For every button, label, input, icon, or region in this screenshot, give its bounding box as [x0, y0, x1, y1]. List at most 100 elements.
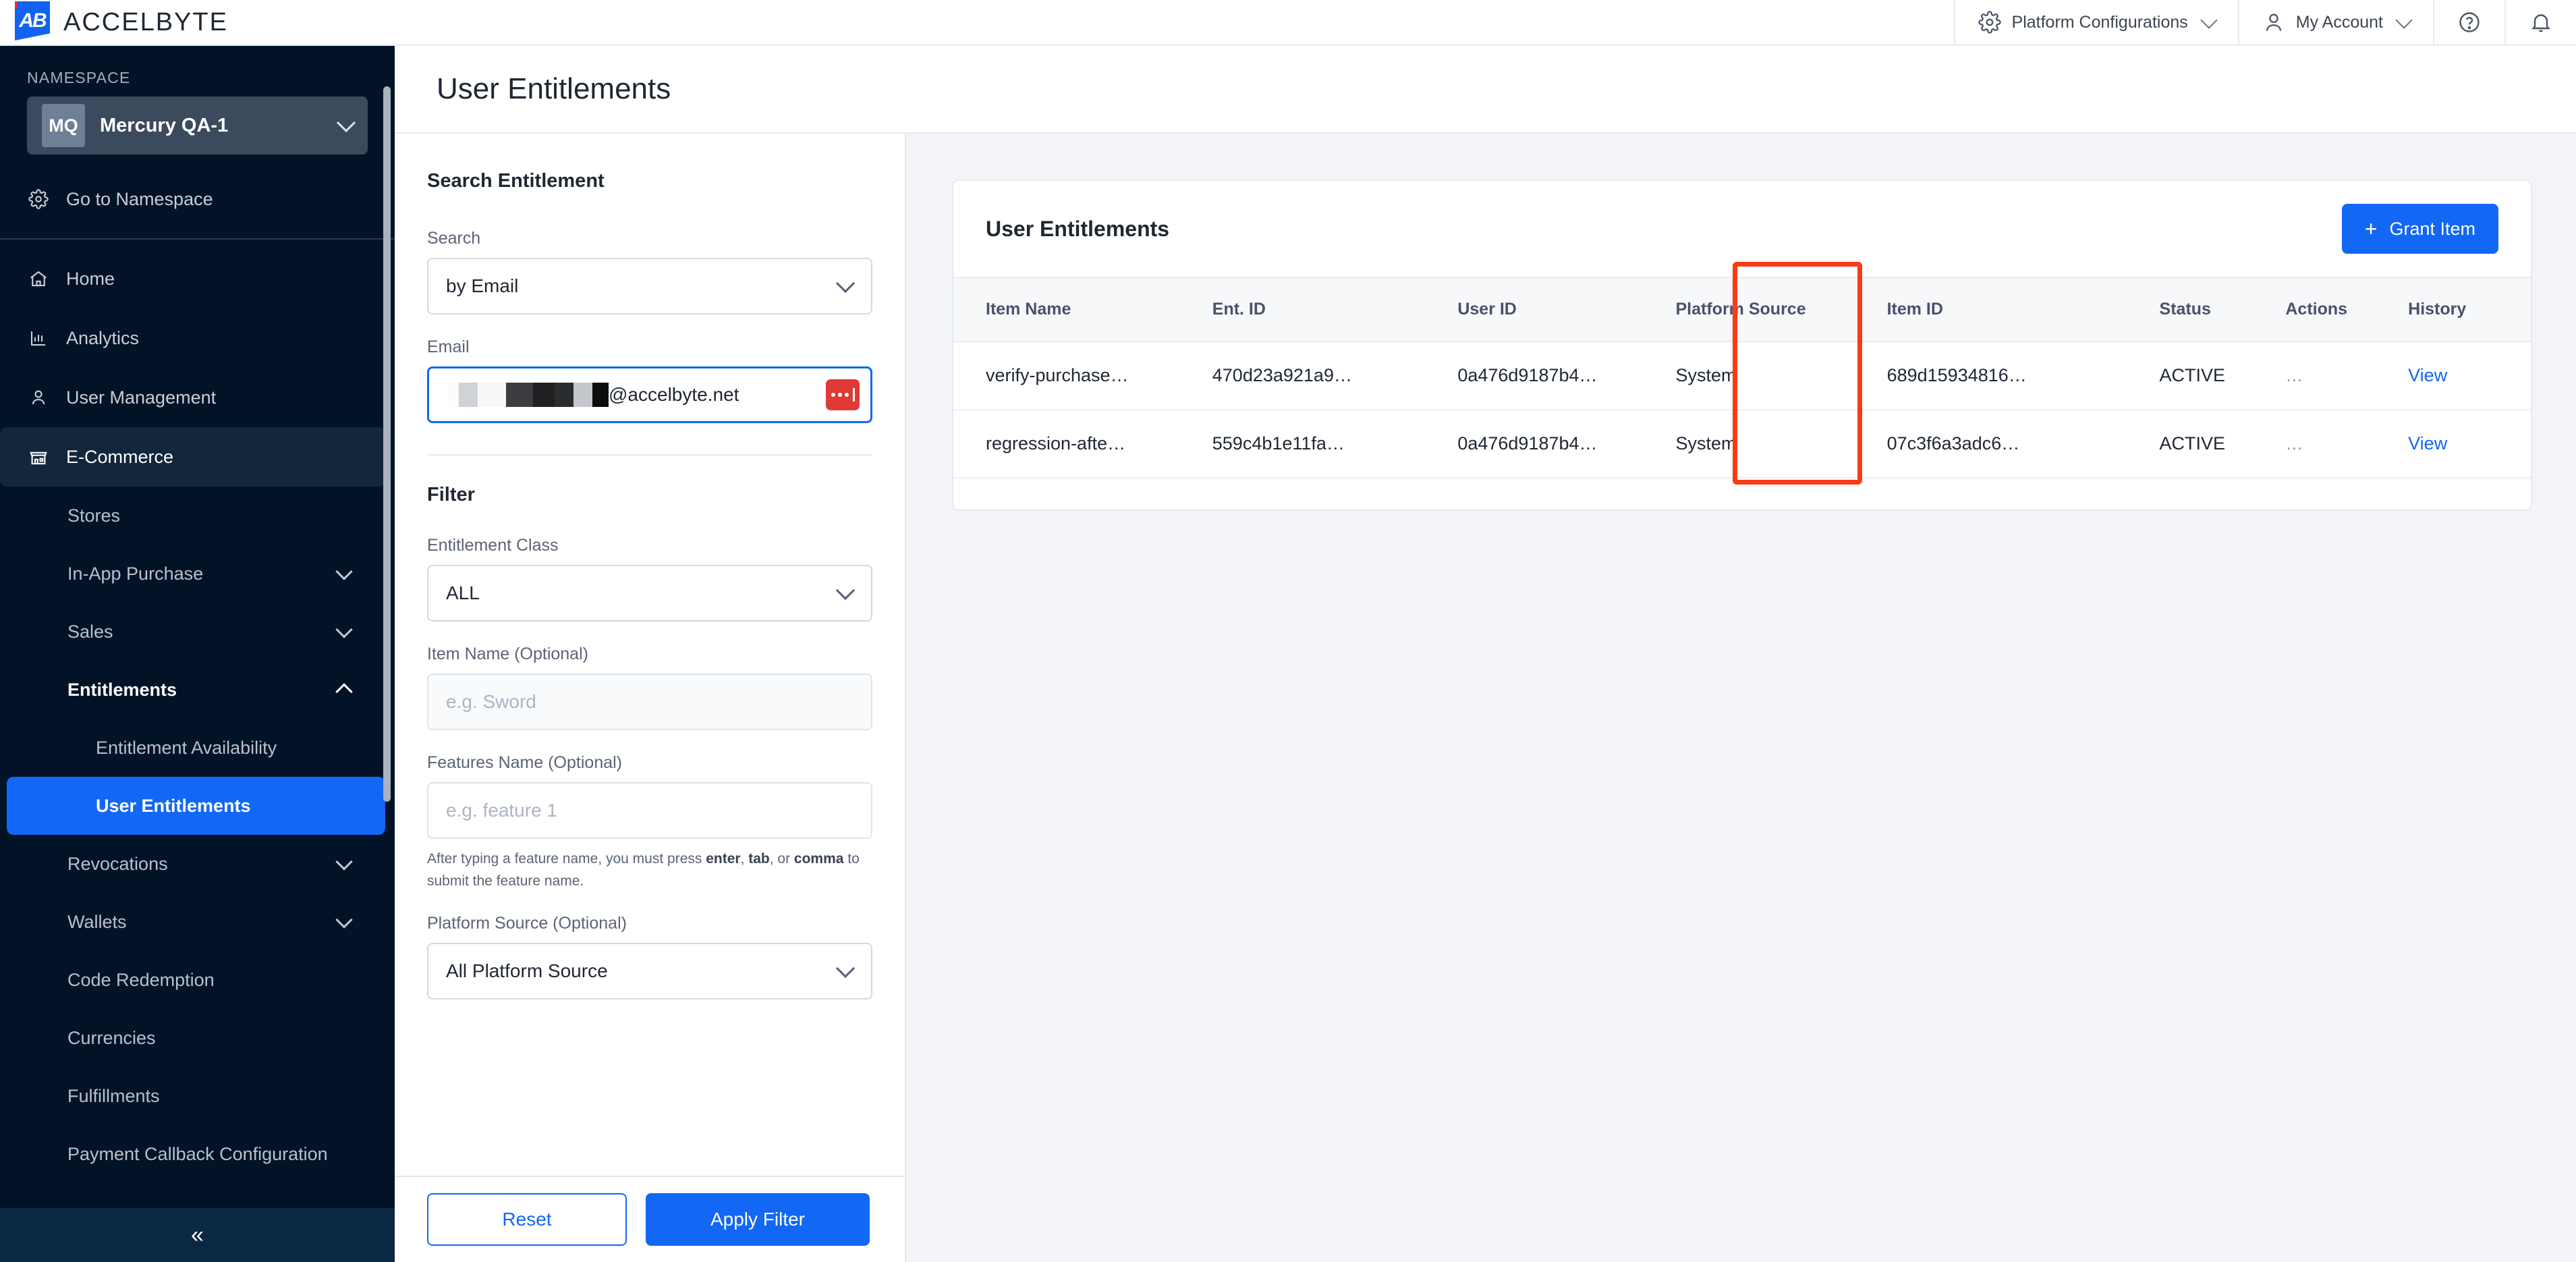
top-bar-actions: Platform Configurations My Account — [1953, 0, 2576, 45]
sidebar-item-label: Fulfillments — [67, 1085, 160, 1106]
column-header-history[interactable]: History — [2408, 277, 2531, 342]
chevron-down-icon — [835, 580, 856, 601]
chevron-down-icon — [2395, 11, 2413, 29]
page-header: User Entitlements — [395, 46, 2576, 134]
column-header-item-name[interactable]: Item Name — [953, 277, 1212, 342]
chevron-down-icon — [335, 563, 353, 580]
sidebar-item-label: Stores — [67, 505, 121, 526]
sidebar-item-e-commerce[interactable]: E-Commerce — [0, 427, 385, 487]
sidebar-item-stores[interactable]: Stores — [0, 487, 395, 545]
person-icon — [2262, 11, 2285, 34]
cell-platform-source: System — [1675, 410, 1887, 478]
hint-comma: comma — [793, 851, 844, 867]
sidebar-item-sales[interactable]: Sales — [0, 603, 395, 661]
entitlement-class-select[interactable]: ALL — [427, 565, 872, 622]
sidebar-item-fulfillments[interactable]: Fulfillments — [0, 1067, 395, 1125]
my-account-menu[interactable]: My Account — [2237, 0, 2433, 45]
view-history-link[interactable]: View — [2408, 433, 2447, 454]
sidebar-item-label: Currencies — [67, 1027, 156, 1048]
sidebar-item-entitlements[interactable]: Entitlements — [0, 661, 395, 719]
gear-icon — [1978, 11, 2001, 34]
bar-chart-icon — [27, 328, 50, 348]
column-header-ent-id[interactable]: Ent. ID — [1212, 277, 1458, 342]
chevron-down-icon — [835, 273, 856, 294]
sidebar-item-label: Go to Namespace — [66, 188, 213, 209]
search-panel-footer: Reset Apply Filter — [395, 1176, 906, 1262]
sidebar-item-user-entitlements[interactable]: User Entitlements — [7, 777, 385, 835]
sidebar-item-label: Payment Callback Configuration — [67, 1143, 328, 1164]
sidebar-item-label: In-App Purchase — [67, 563, 204, 584]
sidebar-item-label: E-Commerce — [66, 446, 174, 467]
sidebar-item-user-management[interactable]: User Management — [0, 368, 395, 427]
red-triangle-accent — [15, 1, 18, 9]
table-header-row: Item Name Ent. ID User ID Platform Sourc… — [953, 277, 2531, 342]
sidebar-item-code-redemption[interactable]: Code Redemption — [0, 951, 395, 1009]
cell-item-name: verify-purchase… — [953, 341, 1212, 410]
sidebar-item-analytics[interactable]: Analytics — [0, 308, 395, 368]
grant-item-button[interactable]: + Grant Item — [2341, 204, 2498, 254]
cell-item-id: 689d15934816… — [1886, 341, 2160, 410]
hint-tab: tab — [748, 851, 770, 867]
column-header-status[interactable]: Status — [2159, 277, 2286, 342]
hint-part-2: , — [740, 851, 749, 867]
features-name-placeholder: e.g. feature 1 — [446, 800, 558, 821]
apply-filter-button[interactable]: Apply Filter — [646, 1193, 870, 1246]
search-panel-heading: Search Entitlement — [427, 170, 605, 192]
sidebar-item-label: Entitlements — [67, 679, 177, 700]
accelbyte-logo-icon: AB — [15, 1, 50, 40]
sidebar-item-entitlement-availability[interactable]: Entitlement Availability — [0, 719, 395, 777]
column-header-user-id[interactable]: User ID — [1457, 277, 1676, 342]
table-header: Item Name Ent. ID User ID Platform Sourc… — [953, 277, 2531, 342]
sidebar-item-home[interactable]: Home — [0, 249, 395, 308]
reset-button[interactable]: Reset — [427, 1193, 627, 1246]
sidebar-item-in-app-purchase[interactable]: In-App Purchase — [0, 545, 395, 603]
entitlement-class-value: ALL — [446, 582, 480, 603]
cell-user-id: 0a476d9187b4… — [1457, 341, 1676, 410]
sidebar-scrollbar[interactable] — [383, 86, 391, 802]
column-header-actions[interactable]: Actions — [2285, 277, 2409, 342]
plus-icon: + — [2364, 217, 2378, 241]
row-actions-menu[interactable]: … — [2285, 410, 2409, 478]
help-button[interactable] — [2433, 0, 2504, 45]
cell-ent-id: 559c4b1e11fa… — [1212, 410, 1458, 478]
cell-ent-id: 470d23a921a9… — [1212, 341, 1458, 410]
namespace-name: Mercury QA-1 — [100, 114, 229, 136]
search-type-value: by Email — [446, 275, 519, 296]
redacted-email-local-part — [447, 383, 609, 407]
sidebar-item-payment-callback-configuration[interactable]: Payment Callback Configuration — [0, 1125, 395, 1183]
item-name-label: Item Name (Optional) — [427, 644, 588, 663]
platform-source-select[interactable]: All Platform Source — [427, 943, 872, 1000]
platform-source-value: All Platform Source — [446, 960, 608, 982]
column-header-item-id[interactable]: Item ID — [1886, 277, 2160, 342]
notifications-button[interactable] — [2504, 0, 2576, 45]
sidebar-item-wallets[interactable]: Wallets — [0, 893, 395, 951]
password-manager-icon[interactable] — [826, 379, 860, 410]
namespace-selector[interactable]: MQ Mercury QA-1 — [27, 97, 368, 155]
sidebar-item-go-to-namespace[interactable]: Go to Namespace — [0, 169, 395, 229]
column-header-platform-source[interactable]: Platform Source — [1675, 277, 1887, 342]
sidebar-item-label: Analytics — [66, 327, 140, 348]
sidebar-collapse-button[interactable]: « — [0, 1208, 395, 1262]
hint-part-1: After typing a feature name, you must pr… — [427, 851, 706, 867]
sidebar-item-label: Entitlement Availability — [96, 737, 277, 758]
card-title: User Entitlements — [986, 216, 1170, 241]
features-name-hint: After typing a feature name, you must pr… — [427, 848, 872, 892]
features-name-input[interactable]: e.g. feature 1 — [427, 782, 872, 839]
sidebar-item-revocations[interactable]: Revocations — [0, 835, 395, 893]
home-icon — [27, 269, 50, 289]
table-row[interactable]: regression-afte… 559c4b1e11fa… 0a476d918… — [953, 410, 2531, 478]
email-label: Email — [427, 337, 470, 356]
search-type-select[interactable]: by Email — [427, 258, 872, 314]
cell-status: ACTIVE — [2159, 341, 2286, 410]
item-name-input[interactable]: e.g. Sword — [427, 674, 872, 730]
email-input[interactable]: @accelbyte.net — [427, 366, 872, 423]
table-row[interactable]: verify-purchase… 470d23a921a9… 0a476d918… — [953, 341, 2531, 410]
platform-configurations-menu[interactable]: Platform Configurations — [1953, 0, 2238, 45]
search-entitlement-panel: Search Entitlement Search by Email Email… — [395, 134, 906, 1262]
sidebar-item-currencies[interactable]: Currencies — [0, 1009, 395, 1067]
row-actions-menu[interactable]: … — [2285, 341, 2409, 410]
hint-part-3: , or — [769, 851, 794, 867]
brand-logo[interactable]: AB ACCELBYTE — [0, 1, 228, 40]
sidebar-item-label: Code Redemption — [67, 969, 215, 990]
view-history-link[interactable]: View — [2408, 365, 2447, 385]
